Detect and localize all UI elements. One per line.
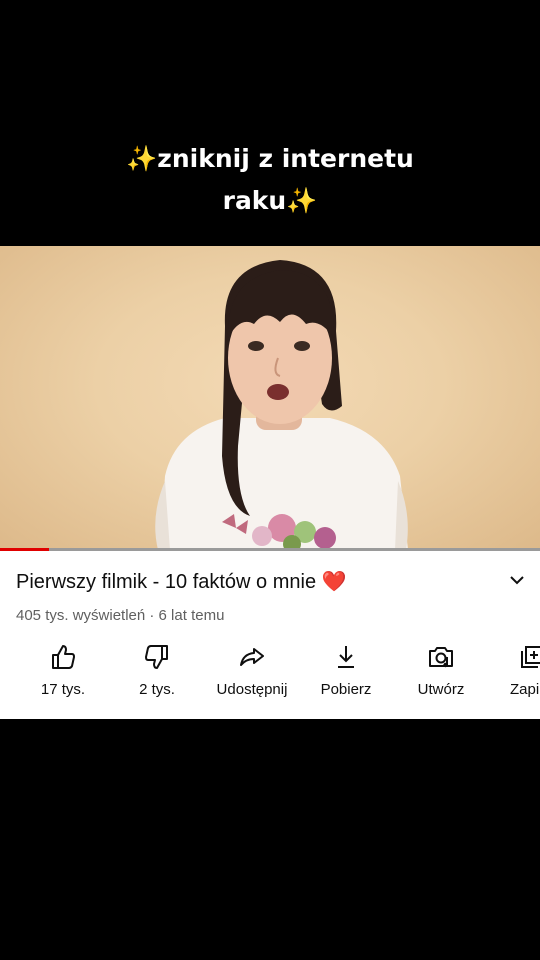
video-title-text: Pierwszy filmik - 10 faktów o mnie [16,571,317,593]
caption-text-2: raku [222,186,287,215]
download-icon [338,646,354,668]
share-label: Udostępnij [216,681,288,698]
download-label: Pobierz [320,681,372,698]
caption-line-1: ✨zniknij z internetu [0,138,540,180]
video-meta: 405 tys. wyświetleń · 6 lat temu [16,607,225,624]
dislike-button[interactable]: 2 tys. [110,643,204,698]
create-button[interactable]: Utwórz [394,643,488,698]
caption-line-2: raku✨ [0,180,540,222]
remix-camera-icon [429,647,453,668]
like-count: 17 tys. [40,681,86,698]
share-icon [240,648,264,666]
dislike-count: 2 tys. [139,681,175,698]
video-title[interactable]: Pierwszy filmik - 10 faktów o mnie ❤️ [16,569,480,594]
video-player[interactable] [0,246,540,550]
caption-text-1: zniknij z internetu [157,144,414,173]
heart-emoji: ❤️ [321,571,347,593]
action-bar: 17 tys. 2 tys. Udostępnij Pobierz Utwórz… [0,643,540,703]
create-label: Utwórz [417,681,465,698]
thumbs-down-icon [145,645,168,669]
video-info-panel: Pierwszy filmik - 10 faktów o mnie ❤️ 40… [0,551,540,719]
like-button[interactable]: 17 tys. [16,643,110,698]
video-frame-girl [155,260,408,550]
overlay-caption: ✨zniknij z internetu raku✨ [0,138,540,222]
save-playlist-icon [521,646,540,668]
sparkle-icon: ✨ [286,186,318,215]
save-label: Zapi [510,681,540,698]
chevron-down-icon[interactable] [508,571,526,589]
share-button[interactable]: Udostępnij [205,643,299,698]
save-button[interactable]: Zapi [488,643,540,698]
sparkle-icon: ✨ [126,144,158,173]
thumbs-up-icon [52,645,75,669]
download-button[interactable]: Pobierz [299,643,393,698]
